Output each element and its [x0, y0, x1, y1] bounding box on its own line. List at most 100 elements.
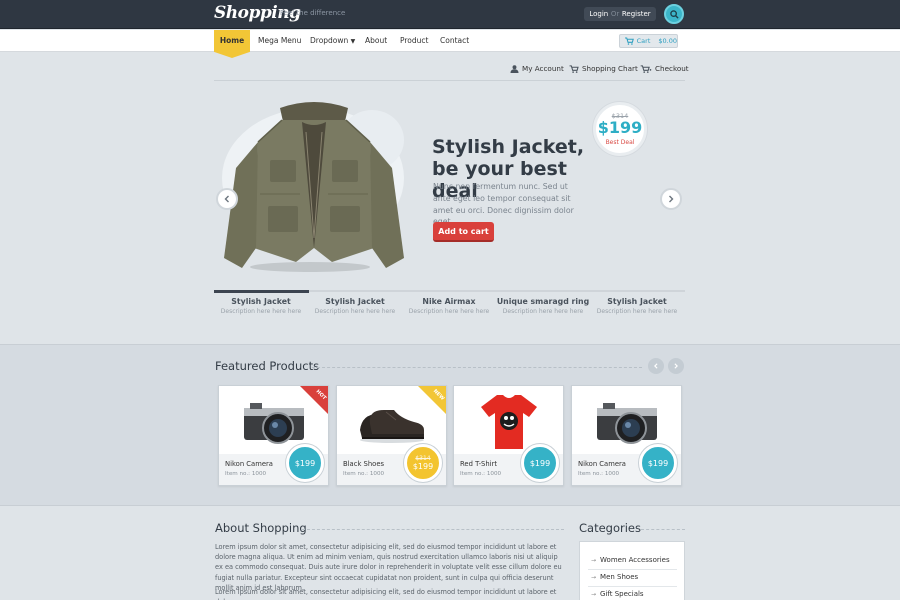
divider — [214, 80, 685, 81]
hero-title-line1: Stylish Jacket, — [432, 136, 585, 158]
search-button[interactable] — [664, 4, 684, 24]
product-card[interactable]: Red T-Shirt Item no.: 1000 $199 — [453, 385, 564, 486]
product-price: $199 — [529, 458, 551, 468]
tshirt-image — [480, 395, 537, 449]
nav-product[interactable]: Product — [400, 30, 428, 52]
or-separator: Or — [610, 10, 620, 18]
chevron-right-icon — [674, 363, 678, 369]
about-title-rule — [302, 529, 564, 530]
slider-tab-desc: Description here here here — [502, 308, 584, 315]
best-deal-label: Best Deal — [605, 139, 635, 146]
product-card[interactable]: Nikon Camera Item no.: 1000 $199 — [571, 385, 682, 486]
category-item[interactable]: → Men Shoes — [591, 573, 638, 581]
slider-tab-desc: Description here here here — [314, 308, 396, 315]
register-link[interactable]: Register — [622, 10, 651, 18]
arrow-right-icon: → — [591, 556, 597, 564]
cart-add-icon — [640, 64, 652, 73]
slider-tab-title: Stylish Jacket — [231, 297, 291, 306]
category-label: Gift Specials — [600, 590, 644, 598]
product-name: Nikon Camera — [225, 460, 273, 468]
price-badge: $314 $199 Best Deal — [593, 102, 647, 156]
checkout-link[interactable]: Checkout — [640, 64, 689, 73]
about-paragraph-2: Lorem ipsum dolor sit amet, consectetur … — [215, 588, 557, 600]
slider-tab-5[interactable]: Stylish Jacket Description here here her… — [590, 297, 684, 315]
slider-tab-3[interactable]: Nike Airmax Description here here here — [402, 297, 496, 315]
nav-about[interactable]: About — [365, 30, 387, 52]
about-paragraph-1: Lorem ipsum dolor sit amet, consectetur … — [215, 543, 562, 592]
ribbon-label: NEW — [431, 388, 446, 402]
product-card[interactable]: HOT Nikon Camera Item no.: 1000 $199 — [218, 385, 329, 486]
product-item-no: Item no.: 1000 — [578, 471, 620, 477]
slider-tab-desc: Description here here here — [408, 308, 490, 315]
tagline: Feel the difference — [280, 9, 346, 17]
slider-tab-2[interactable]: Stylish Jacket Description here here her… — [308, 297, 402, 315]
product-item-no: Item no.: 1000 — [460, 471, 502, 477]
ribbon-label: HOT — [314, 388, 328, 402]
category-item[interactable]: → Women Accessories — [591, 556, 670, 564]
product-price-badge: $199 — [639, 444, 677, 482]
chevron-left-icon — [224, 195, 229, 203]
shoes-image — [359, 410, 424, 443]
about-title: About Shopping — [215, 521, 307, 535]
chevron-left-icon — [654, 363, 658, 369]
product-name: Red T-Shirt — [460, 460, 498, 468]
product-old-price: $314 — [415, 455, 431, 462]
shopping-chart-link[interactable]: Shopping Chart — [569, 64, 638, 73]
jacket-image — [224, 102, 404, 268]
camera-image — [596, 403, 657, 444]
add-to-cart-button[interactable]: Add to cart — [433, 222, 494, 242]
cart-icon — [569, 64, 579, 73]
slider-tab-1[interactable]: Stylish Jacket Description here here her… — [214, 297, 308, 315]
caret-down-icon: ▼ — [350, 38, 356, 45]
chevron-right-icon — [669, 195, 674, 203]
shopping-chart-label: Shopping Chart — [582, 64, 638, 73]
featured-prev-button[interactable] — [648, 358, 664, 374]
featured-next-button[interactable] — [668, 358, 684, 374]
current-price: $199 — [597, 118, 643, 137]
product-price: $199 — [294, 458, 316, 468]
hero-prev-button[interactable] — [216, 188, 238, 210]
nav-home[interactable]: Home — [214, 30, 250, 58]
cart-total: $0.00 — [658, 37, 677, 45]
user-icon — [510, 64, 519, 73]
cart-button[interactable]: Cart $0.00 — [619, 34, 678, 48]
categories-title-rule — [641, 529, 685, 530]
nav-dropdown-label: Dropdown — [310, 36, 349, 45]
slider-tab-title: Unique smaragd ring — [496, 297, 590, 306]
product-price-badge: $199 — [521, 444, 559, 482]
slider-tab-title: Stylish Jacket — [607, 297, 667, 306]
slider-tab-4[interactable]: Unique smaragd ring Description here her… — [496, 297, 590, 315]
featured-title-rule — [312, 367, 642, 368]
categories-title: Categories — [579, 521, 641, 535]
slider-tab-desc: Description here here here — [220, 308, 302, 315]
slider-tab-desc: Description here here here — [596, 308, 678, 315]
cart-label: Cart — [636, 37, 651, 45]
login-link[interactable]: Login — [589, 10, 608, 18]
product-name: Black Shoes — [343, 460, 385, 468]
my-account-link[interactable]: My Account — [510, 64, 564, 73]
nav-dropdown[interactable]: Dropdown ▼ — [310, 30, 355, 52]
hero-next-button[interactable] — [660, 188, 682, 210]
categories-list: → Women Accessories → Men Shoes → Gift S… — [579, 541, 685, 600]
arrow-right-icon: → — [591, 573, 597, 581]
slider-tab-active-indicator — [214, 290, 309, 293]
camera-image — [243, 403, 304, 444]
main-nav: Home Mega Menu Dropdown ▼ About Product … — [0, 30, 900, 58]
product-item-no: Item no.: 1000 — [225, 471, 267, 477]
product-card[interactable]: NEW Black Shoes Item no.: 1000 $314 $199 — [336, 385, 447, 486]
product-name: Nikon Camera — [578, 460, 626, 468]
category-label: Men Shoes — [600, 573, 639, 581]
cart-icon — [625, 37, 634, 45]
slider-tab-title: Nike Airmax — [422, 297, 476, 306]
checkout-label: Checkout — [655, 64, 689, 73]
product-price-badge: $199 — [286, 444, 324, 482]
slider-tab-title: Stylish Jacket — [325, 297, 385, 306]
search-icon — [669, 9, 679, 19]
nav-mega-menu[interactable]: Mega Menu — [258, 30, 301, 52]
category-label: Women Accessories — [600, 556, 670, 564]
divider — [588, 569, 677, 570]
nav-contact[interactable]: Contact — [440, 30, 469, 52]
top-bar: Shopping Feel the difference Login Or Re… — [0, 0, 900, 29]
category-item[interactable]: → Gift Specials — [591, 590, 644, 598]
product-price: $199 — [647, 458, 669, 468]
